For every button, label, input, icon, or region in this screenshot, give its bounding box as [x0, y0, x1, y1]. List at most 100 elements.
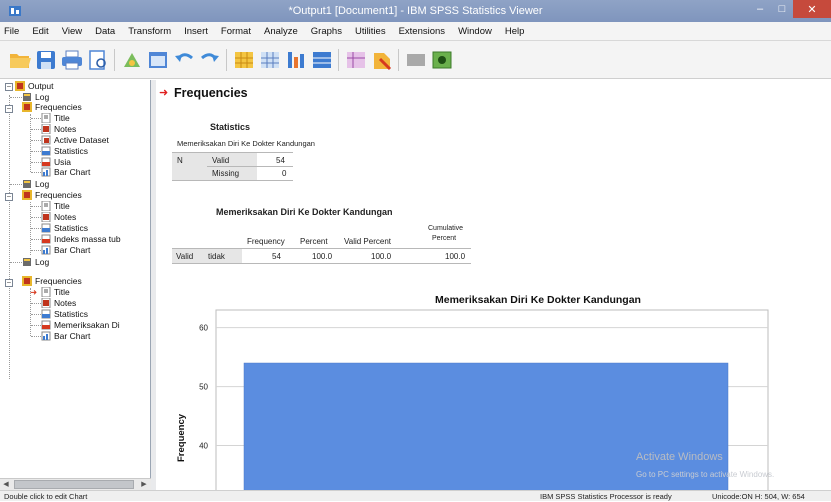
open-folder-icon[interactable]	[8, 49, 32, 71]
current-item-arrow-icon: ➜	[30, 287, 38, 297]
frequencies-book-icon	[22, 190, 32, 200]
show-icon[interactable]	[430, 49, 454, 71]
output-pane: ➜ Frequencies Statistics Memeriksakan Di…	[156, 80, 831, 490]
menu-transform[interactable]: Transform	[128, 26, 171, 37]
pivot-table-icon	[41, 234, 51, 244]
valid-value: 54	[276, 156, 285, 165]
goto-data-icon[interactable]	[232, 49, 256, 71]
pivot-table-icon	[41, 146, 51, 156]
scroll-left-icon[interactable]: ◀	[0, 479, 12, 490]
goto-case-icon[interactable]	[258, 49, 282, 71]
collapse-frequencies-2-toggle[interactable]: –	[5, 193, 13, 201]
tree-item-indeks-massa-tubuh[interactable]: Indeks massa tub	[41, 234, 121, 245]
minimize-button[interactable]: –	[749, 0, 771, 18]
frequencies-book-icon	[22, 276, 32, 286]
notes-icon	[41, 124, 51, 134]
title-bar: *Output1 [Document1] - IBM SPSS Statisti…	[0, 0, 831, 22]
print-preview-icon[interactable]	[86, 49, 110, 71]
menu-analyze[interactable]: Analyze	[264, 26, 298, 37]
collapse-output-toggle[interactable]: –	[5, 83, 13, 91]
collapse-frequencies-3-toggle[interactable]: –	[5, 279, 13, 287]
tree-item-bar-chart-2[interactable]: Bar Chart	[41, 245, 90, 256]
status-dimensions: Unicode:ON H: 504, W: 654	[712, 492, 805, 501]
goto-variable-icon[interactable]	[284, 49, 308, 71]
tree-item-notes-2[interactable]: Notes	[41, 212, 76, 223]
menu-utilities[interactable]: Utilities	[355, 26, 386, 37]
collapse-frequencies-1-toggle[interactable]: –	[5, 105, 13, 113]
title-page-icon	[41, 113, 51, 123]
notes-icon	[41, 298, 51, 308]
tree-item-notes-1[interactable]: Notes	[41, 124, 76, 135]
scroll-right-icon[interactable]: ▶	[138, 479, 150, 490]
bar-chart-icon	[41, 245, 51, 255]
tree-item-log-3[interactable]: Log	[22, 257, 49, 268]
tree-item-log-2[interactable]: Log	[22, 179, 49, 190]
bar-chart[interactable]: Memeriksakan Diri Ke Dokter Kandungan304…	[174, 288, 831, 490]
row-label-tidak: tidak	[208, 252, 225, 261]
tree-item-title-2[interactable]: Title	[41, 201, 70, 212]
print-icon[interactable]	[60, 49, 84, 71]
menu-data[interactable]: Data	[95, 26, 115, 37]
tree-item-memeriksakan[interactable]: Memeriksakan Di	[41, 320, 120, 331]
bar-chart-icon	[41, 331, 51, 341]
menu-help[interactable]: Help	[505, 26, 525, 37]
cell-percent: 100.0	[312, 252, 333, 261]
tree-item-active-dataset[interactable]: Active Dataset	[41, 135, 109, 146]
menu-window[interactable]: Window	[458, 26, 492, 37]
tree-item-frequencies-3[interactable]: Frequencies	[22, 276, 82, 287]
pivot-icon[interactable]	[344, 49, 368, 71]
statistics-table-subtitle: Memeriksakan Diri Ke Dokter Kandungan	[177, 139, 315, 148]
activate-windows-watermark: Activate Windows	[636, 451, 723, 463]
menu-edit[interactable]: Edit	[32, 26, 48, 37]
menu-graphs[interactable]: Graphs	[311, 26, 342, 37]
scrollbar-thumb[interactable]	[14, 480, 134, 489]
menu-insert[interactable]: Insert	[184, 26, 208, 37]
tree-item-frequencies-1[interactable]: Frequencies	[22, 102, 82, 113]
tree-item-notes-3[interactable]: Notes	[41, 298, 76, 309]
tree-item-frequencies-2[interactable]: Frequencies	[22, 190, 82, 201]
tree-item-title-1[interactable]: Title	[41, 113, 70, 124]
n-label: N	[177, 156, 183, 165]
pivot-table-icon	[41, 309, 51, 319]
tree-item-title-3[interactable]: Title	[41, 287, 70, 298]
outline-tree: – Output Log – Frequencies Title Notes A…	[0, 80, 151, 478]
chart-title: Memeriksakan Diri Ke Dokter Kandungan	[435, 294, 641, 306]
menu-extensions[interactable]: Extensions	[399, 26, 445, 37]
tree-horizontal-scrollbar[interactable]: ◀ ▶	[0, 478, 151, 490]
col-cumulative-line2: Percent	[432, 235, 457, 242]
menu-view[interactable]: View	[62, 26, 82, 37]
variables-icon[interactable]	[310, 49, 334, 71]
title-page-icon	[41, 201, 51, 211]
redo-icon[interactable]	[198, 49, 222, 71]
menu-format[interactable]: Format	[221, 26, 251, 37]
tree-item-output[interactable]: Output	[15, 81, 54, 92]
missing-label: Missing	[212, 169, 240, 178]
current-item-arrow-icon: ➜	[159, 87, 169, 99]
tree-item-bar-chart-1[interactable]: Bar Chart	[41, 167, 90, 178]
tree-item-statistics-2[interactable]: Statistics	[41, 223, 88, 234]
hide-icon[interactable]	[404, 49, 428, 71]
tree-item-statistics-1[interactable]: Statistics	[41, 146, 88, 157]
tree-item-statistics-3[interactable]: Statistics	[41, 309, 88, 320]
maximize-button[interactable]: □	[771, 0, 793, 18]
missing-value: 0	[282, 169, 287, 178]
close-button[interactable]: ✕	[793, 0, 831, 18]
undo-icon[interactable]	[172, 49, 196, 71]
export-icon[interactable]	[120, 49, 144, 71]
y-tick-label: 40	[199, 442, 208, 451]
cell-valid-percent: 100.0	[371, 252, 392, 261]
log-icon	[23, 93, 31, 101]
spss-viewer-window: *Output1 [Document1] - IBM SPSS Statisti…	[0, 0, 831, 501]
cell-frequency: 54	[272, 252, 281, 261]
recall-dialog-icon[interactable]	[146, 49, 170, 71]
notes-icon	[41, 212, 51, 222]
pivot-table-icon	[41, 157, 51, 167]
toolbar	[0, 41, 831, 79]
output-heading[interactable]: Frequencies	[174, 86, 248, 100]
save-icon[interactable]	[34, 49, 58, 71]
active-dataset-icon	[41, 135, 51, 145]
bar-chart-icon	[41, 167, 51, 177]
menu-file[interactable]: File	[4, 26, 19, 37]
tree-item-bar-chart-3[interactable]: Bar Chart	[41, 331, 90, 342]
designate-window-icon[interactable]	[370, 49, 394, 71]
